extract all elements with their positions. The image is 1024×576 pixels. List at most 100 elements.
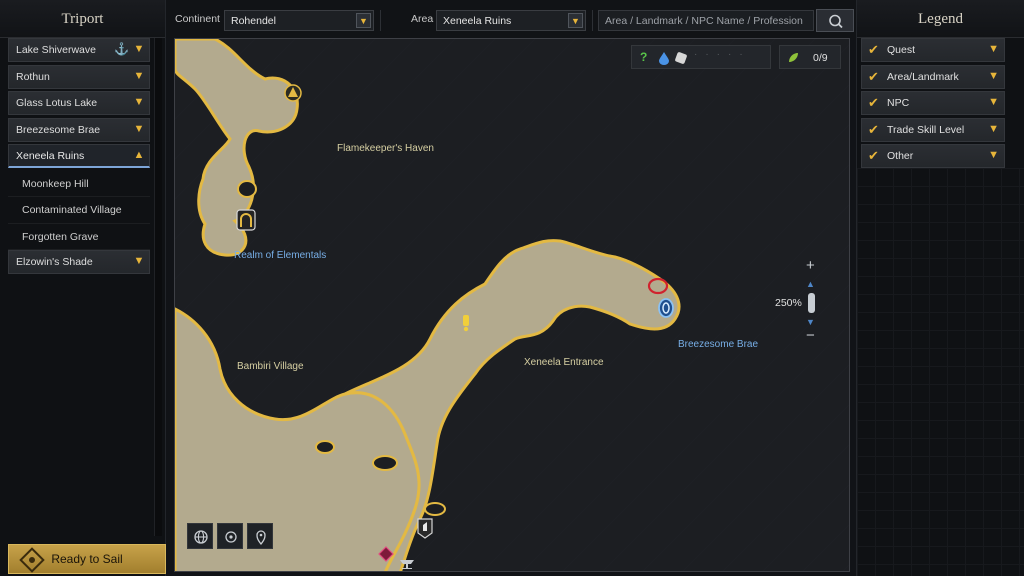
legend-background-pattern [857, 168, 1024, 576]
anvil-icon[interactable] [399, 558, 415, 570]
triport-item-label: Rothun [16, 70, 50, 83]
chevron-up-icon[interactable]: ▲ [133, 149, 145, 161]
triport-item-label: Lake Shiverwave [16, 44, 96, 56]
zoom-level: 250% [775, 297, 802, 309]
zoom-control: + ▲ 250% ▼ − [771, 257, 821, 347]
triport-item-xeneela-ruins[interactable]: Xeneela Ruins ▲ [8, 144, 150, 169]
legend-item-area-landmark[interactable]: ✔ Area/Landmark ▼ [861, 64, 1005, 89]
landmark-triangle-icon[interactable] [283, 83, 303, 103]
question-icon[interactable]: ? [640, 50, 647, 64]
search-input[interactable]: Area / Landmark / NPC Name / Profession [598, 10, 814, 31]
legend-title: Legend [857, 0, 1024, 38]
triport-panel: Triport Lake Shiverwave ⚓ ▼ Rothun ▼ Gla… [0, 0, 166, 576]
collectible-count: 0/9 [813, 52, 828, 64]
triport-subitem-moonkeep-hill[interactable]: Moonkeep Hill [8, 171, 150, 198]
triport-list: Lake Shiverwave ⚓ ▼ Rothun ▼ Glass Lotus… [8, 38, 150, 277]
pin-button[interactable] [247, 523, 273, 549]
area-label: Area [411, 13, 434, 25]
triport-item-glass-lotus-lake[interactable]: Glass Lotus Lake ▼ [8, 91, 150, 116]
water-drop-icon[interactable] [658, 51, 670, 65]
triport-item-label: Breezesome Brae [16, 123, 101, 136]
locate-player-button[interactable] [217, 523, 243, 549]
chevron-down-icon[interactable]: ▼ [133, 70, 145, 82]
triport-item-label: Xeneela Ruins [16, 149, 85, 162]
legend-item-quest[interactable]: ✔ Quest ▼ [861, 38, 1005, 62]
chevron-down-icon[interactable]: ▼ [133, 43, 145, 55]
map-label-breezesome-brae[interactable]: Breezesome Brae [678, 339, 758, 350]
triport-waypoint-icon[interactable] [657, 297, 675, 319]
guide-npc-icon[interactable] [416, 517, 434, 539]
search-icon [829, 14, 843, 29]
scroll-icon[interactable] [674, 51, 688, 65]
checkbox-checked-icon[interactable]: ✔ [868, 42, 879, 58]
legend-item-label: Quest [887, 44, 916, 56]
zoom-slider[interactable] [808, 293, 815, 313]
quest-exclamation-icon[interactable] [460, 314, 472, 332]
chevron-down-icon[interactable]: ▼ [133, 96, 145, 108]
leaf-sprout-icon [789, 53, 798, 62]
compass-icon [19, 547, 45, 573]
crosshair-icon [225, 531, 237, 543]
checkbox-checked-icon[interactable]: ✔ [868, 95, 879, 111]
chevron-down-icon[interactable]: ▼ [988, 96, 999, 108]
chevron-down-icon[interactable]: ▼ [568, 13, 583, 28]
continent-label: Continent [175, 13, 220, 25]
triport-scrollbar[interactable] [154, 38, 162, 536]
legend-item-label: NPC [887, 97, 910, 110]
ready-to-sail-label: Ready to Sail [51, 552, 123, 566]
legend-item-label: Area/Landmark [887, 70, 959, 83]
divider [380, 10, 381, 31]
map-icon-toolbar: ? ····· [631, 45, 771, 69]
ready-to-sail-button[interactable]: Ready to Sail [8, 544, 166, 574]
map-label-realm-of-elementals[interactable]: Realm of Elementals [234, 250, 326, 261]
area-value: Xeneela Ruins [443, 15, 512, 27]
zoom-down-icon[interactable]: ▼ [806, 317, 815, 327]
area-select[interactable]: Xeneela Ruins ▼ [436, 10, 586, 31]
chevron-down-icon[interactable]: ▼ [133, 123, 145, 135]
triport-item-label: Glass Lotus Lake [16, 97, 98, 110]
map-label-xeneela-entrance[interactable]: Xeneela Entrance [524, 357, 604, 368]
checkbox-checked-icon[interactable]: ✔ [868, 148, 879, 164]
map-label-bambiri-village[interactable]: Bambiri Village [237, 361, 304, 372]
triport-item-lake-shiverwave[interactable]: Lake Shiverwave ⚓ ▼ [8, 38, 150, 62]
zoom-out-button[interactable]: − [806, 327, 815, 344]
triport-subitem-label: Contaminated Village [22, 204, 122, 217]
triport-item-breezesome-brae[interactable]: Breezesome Brae ▼ [8, 117, 150, 142]
zoom-up-icon[interactable]: ▲ [806, 279, 815, 289]
globe-button[interactable] [187, 523, 213, 549]
chevron-down-icon[interactable]: ▼ [133, 255, 145, 267]
chevron-down-icon[interactable]: ▼ [988, 70, 999, 82]
continent-select[interactable]: Rohendel ▼ [224, 10, 374, 31]
legend-item-label: Trade Skill Level [887, 123, 965, 136]
rift-diamond-icon[interactable] [378, 546, 394, 562]
map-filter-bar: Continent Rohendel ▼ Area Xeneela Ruins … [166, 0, 856, 38]
map-label-flamekeepers-haven[interactable]: Flamekeeper's Haven [337, 143, 434, 154]
search-button[interactable] [816, 9, 854, 32]
checkbox-checked-icon[interactable]: ✔ [868, 69, 879, 85]
triport-item-elzowins-shade[interactable]: Elzowin's Shade ▼ [8, 250, 150, 275]
triport-item-rothun[interactable]: Rothun ▼ [8, 64, 150, 89]
search-placeholder: Area / Landmark / NPC Name / Profession [605, 15, 803, 27]
legend-list: ✔ Quest ▼ ✔ Area/Landmark ▼ ✔ NPC ▼ ✔ Tr… [861, 38, 1005, 171]
collectible-counter[interactable]: 0/9 [779, 45, 841, 69]
zoom-in-button[interactable]: + [806, 257, 815, 274]
triport-item-label: Elzowin's Shade [16, 256, 93, 269]
chevron-down-icon[interactable]: ▼ [988, 149, 999, 161]
legend-item-npc[interactable]: ✔ NPC ▼ [861, 91, 1005, 116]
target-marker-icon[interactable] [647, 276, 669, 296]
dungeon-gate-icon[interactable] [236, 209, 256, 231]
checkbox-checked-icon[interactable]: ✔ [868, 122, 879, 138]
legend-item-trade-skill-level[interactable]: ✔ Trade Skill Level ▼ [861, 117, 1005, 142]
globe-icon [194, 530, 208, 544]
chevron-down-icon[interactable]: ▼ [988, 43, 999, 55]
pagination-dots: ····· [694, 49, 751, 60]
chevron-down-icon[interactable]: ▼ [356, 13, 371, 28]
legend-item-label: Other [887, 150, 914, 163]
triport-subitem-forgotten-grave[interactable]: Forgotten Grave [8, 224, 150, 251]
legend-item-other[interactable]: ✔ Other ▼ [861, 144, 1005, 169]
chevron-down-icon[interactable]: ▼ [988, 123, 999, 135]
world-map[interactable]: Flamekeeper's Haven Realm of Elementals … [174, 38, 850, 572]
divider [592, 10, 593, 31]
continent-value: Rohendel [231, 15, 276, 27]
triport-subitem-contaminated-village[interactable]: Contaminated Village [8, 197, 150, 224]
